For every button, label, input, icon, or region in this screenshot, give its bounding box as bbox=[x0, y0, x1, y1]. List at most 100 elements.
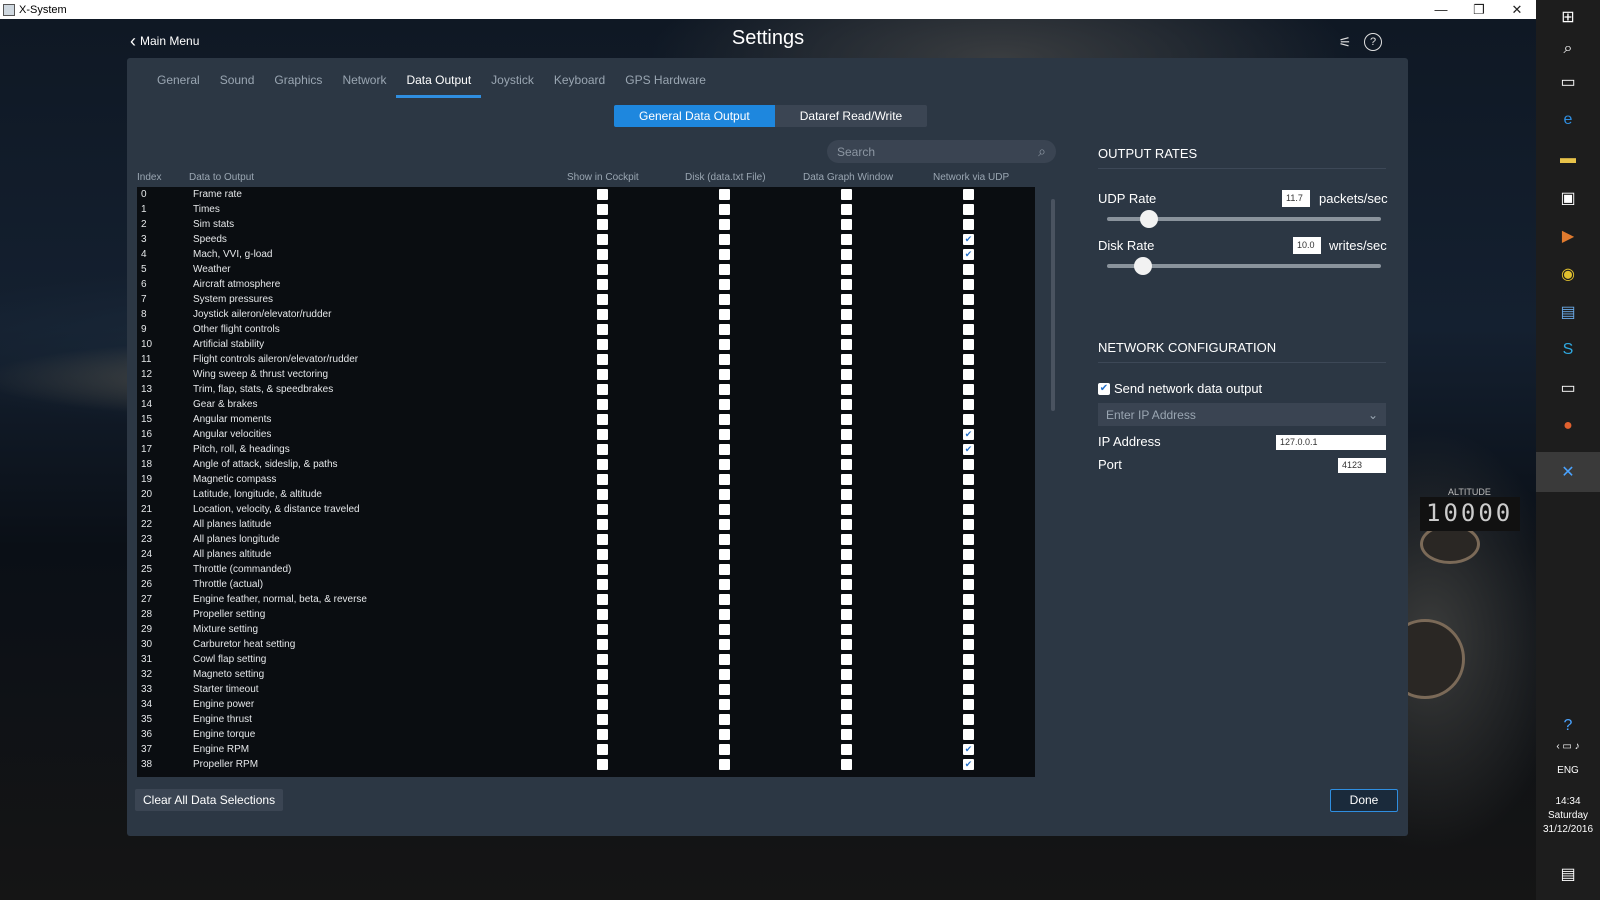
graph-checkbox[interactable] bbox=[841, 684, 852, 695]
search-input[interactable]: Search ⌕ bbox=[827, 140, 1056, 163]
disk-checkbox[interactable] bbox=[719, 729, 730, 740]
cockpit-checkbox[interactable] bbox=[597, 714, 608, 725]
graph-checkbox[interactable] bbox=[841, 249, 852, 260]
tab-network[interactable]: Network bbox=[332, 70, 396, 98]
graph-checkbox[interactable] bbox=[841, 294, 852, 305]
udp-checkbox[interactable] bbox=[963, 699, 974, 710]
graph-checkbox[interactable] bbox=[841, 609, 852, 620]
store-icon[interactable]: ▣ bbox=[1556, 186, 1580, 210]
cockpit-checkbox[interactable] bbox=[597, 684, 608, 695]
disk-checkbox[interactable] bbox=[719, 669, 730, 680]
done-button[interactable]: Done bbox=[1330, 789, 1398, 812]
graph-checkbox[interactable] bbox=[841, 264, 852, 275]
table-scrollbar[interactable] bbox=[1051, 199, 1055, 411]
tab-data-output[interactable]: Data Output bbox=[396, 70, 482, 98]
graph-checkbox[interactable] bbox=[841, 474, 852, 485]
udp-checkbox[interactable]: ✔ bbox=[963, 444, 974, 455]
disk-checkbox[interactable] bbox=[719, 714, 730, 725]
udp-rate-value[interactable]: 11.7 bbox=[1282, 190, 1310, 207]
disk-checkbox[interactable] bbox=[719, 369, 730, 380]
disk-checkbox[interactable] bbox=[719, 294, 730, 305]
udp-checkbox[interactable] bbox=[963, 384, 974, 395]
udp-checkbox[interactable] bbox=[963, 669, 974, 680]
graph-checkbox[interactable] bbox=[841, 234, 852, 245]
sliders-icon[interactable]: ⚟ bbox=[1336, 33, 1354, 51]
udp-checkbox[interactable] bbox=[963, 399, 974, 410]
graph-checkbox[interactable] bbox=[841, 594, 852, 605]
disk-checkbox[interactable] bbox=[719, 444, 730, 455]
cockpit-checkbox[interactable] bbox=[597, 429, 608, 440]
udp-checkbox[interactable] bbox=[963, 459, 974, 470]
graph-checkbox[interactable] bbox=[841, 624, 852, 635]
disk-checkbox[interactable] bbox=[719, 519, 730, 530]
graph-checkbox[interactable] bbox=[841, 279, 852, 290]
udp-checkbox[interactable] bbox=[963, 264, 974, 275]
tab-general[interactable]: General bbox=[147, 70, 210, 98]
media-player-icon[interactable]: ▶ bbox=[1556, 224, 1580, 248]
cockpit-checkbox[interactable] bbox=[597, 234, 608, 245]
language-indicator[interactable]: ENG bbox=[1536, 765, 1600, 776]
origin-icon[interactable]: ● bbox=[1556, 414, 1580, 438]
udp-rate-slider-thumb[interactable] bbox=[1139, 210, 1158, 228]
disk-checkbox[interactable] bbox=[719, 654, 730, 665]
cockpit-checkbox[interactable] bbox=[597, 669, 608, 680]
graph-checkbox[interactable] bbox=[841, 564, 852, 575]
udp-checkbox[interactable] bbox=[963, 474, 974, 485]
disk-rate-value[interactable]: 10.0 bbox=[1293, 237, 1321, 254]
graph-checkbox[interactable] bbox=[841, 189, 852, 200]
help-icon[interactable]: ? bbox=[1364, 33, 1382, 51]
xplane-taskbar-item[interactable]: ✕ bbox=[1536, 452, 1600, 492]
cockpit-checkbox[interactable] bbox=[597, 759, 608, 770]
segment-general-data-output[interactable]: General Data Output bbox=[614, 105, 775, 127]
disk-checkbox[interactable] bbox=[719, 459, 730, 470]
disk-checkbox[interactable] bbox=[719, 504, 730, 515]
disk-checkbox[interactable] bbox=[719, 684, 730, 695]
disk-checkbox[interactable] bbox=[719, 264, 730, 275]
windows-start-icon[interactable]: ⊞ bbox=[1556, 5, 1580, 29]
cockpit-checkbox[interactable] bbox=[597, 339, 608, 350]
cockpit-checkbox[interactable] bbox=[597, 519, 608, 530]
disk-checkbox[interactable] bbox=[719, 594, 730, 605]
graph-checkbox[interactable] bbox=[841, 489, 852, 500]
tab-gps-hardware[interactable]: GPS Hardware bbox=[615, 70, 716, 98]
cockpit-checkbox[interactable] bbox=[597, 594, 608, 605]
graph-checkbox[interactable] bbox=[841, 429, 852, 440]
cockpit-checkbox[interactable] bbox=[597, 654, 608, 665]
disk-checkbox[interactable] bbox=[719, 414, 730, 425]
disk-checkbox[interactable] bbox=[719, 639, 730, 650]
udp-checkbox[interactable] bbox=[963, 519, 974, 530]
cockpit-checkbox[interactable] bbox=[597, 399, 608, 410]
app-icon[interactable]: ▭ bbox=[1556, 376, 1580, 400]
disk-rate-slider[interactable] bbox=[1107, 257, 1381, 275]
ip-address-dropdown[interactable]: Enter IP Address ⌄ bbox=[1098, 403, 1386, 426]
udp-checkbox[interactable] bbox=[963, 309, 974, 320]
task-view-icon[interactable]: ▭ bbox=[1556, 70, 1580, 94]
cockpit-checkbox[interactable] bbox=[597, 414, 608, 425]
udp-checkbox[interactable] bbox=[963, 549, 974, 560]
disk-checkbox[interactable] bbox=[719, 234, 730, 245]
clear-all-selections-button[interactable]: Clear All Data Selections bbox=[135, 789, 284, 811]
system-tray-icons[interactable]: ‹ ▭ ♪ bbox=[1536, 741, 1600, 752]
cockpit-checkbox[interactable] bbox=[597, 459, 608, 470]
cockpit-checkbox[interactable] bbox=[597, 729, 608, 740]
udp-checkbox[interactable]: ✔ bbox=[963, 759, 974, 770]
cockpit-checkbox[interactable] bbox=[597, 204, 608, 215]
disk-checkbox[interactable] bbox=[719, 564, 730, 575]
disk-checkbox[interactable] bbox=[719, 354, 730, 365]
graph-checkbox[interactable] bbox=[841, 669, 852, 680]
disk-checkbox[interactable] bbox=[719, 399, 730, 410]
disk-checkbox[interactable] bbox=[719, 744, 730, 755]
disk-checkbox[interactable] bbox=[719, 309, 730, 320]
cockpit-checkbox[interactable] bbox=[597, 294, 608, 305]
graph-checkbox[interactable] bbox=[841, 384, 852, 395]
graph-checkbox[interactable] bbox=[841, 204, 852, 215]
help-icon[interactable]: ? bbox=[1556, 714, 1580, 738]
disk-checkbox[interactable] bbox=[719, 534, 730, 545]
udp-checkbox[interactable] bbox=[963, 324, 974, 335]
udp-checkbox[interactable] bbox=[963, 189, 974, 200]
graph-checkbox[interactable] bbox=[841, 654, 852, 665]
udp-checkbox[interactable] bbox=[963, 684, 974, 695]
graph-checkbox[interactable] bbox=[841, 519, 852, 530]
graph-checkbox[interactable] bbox=[841, 759, 852, 770]
graph-checkbox[interactable] bbox=[841, 699, 852, 710]
